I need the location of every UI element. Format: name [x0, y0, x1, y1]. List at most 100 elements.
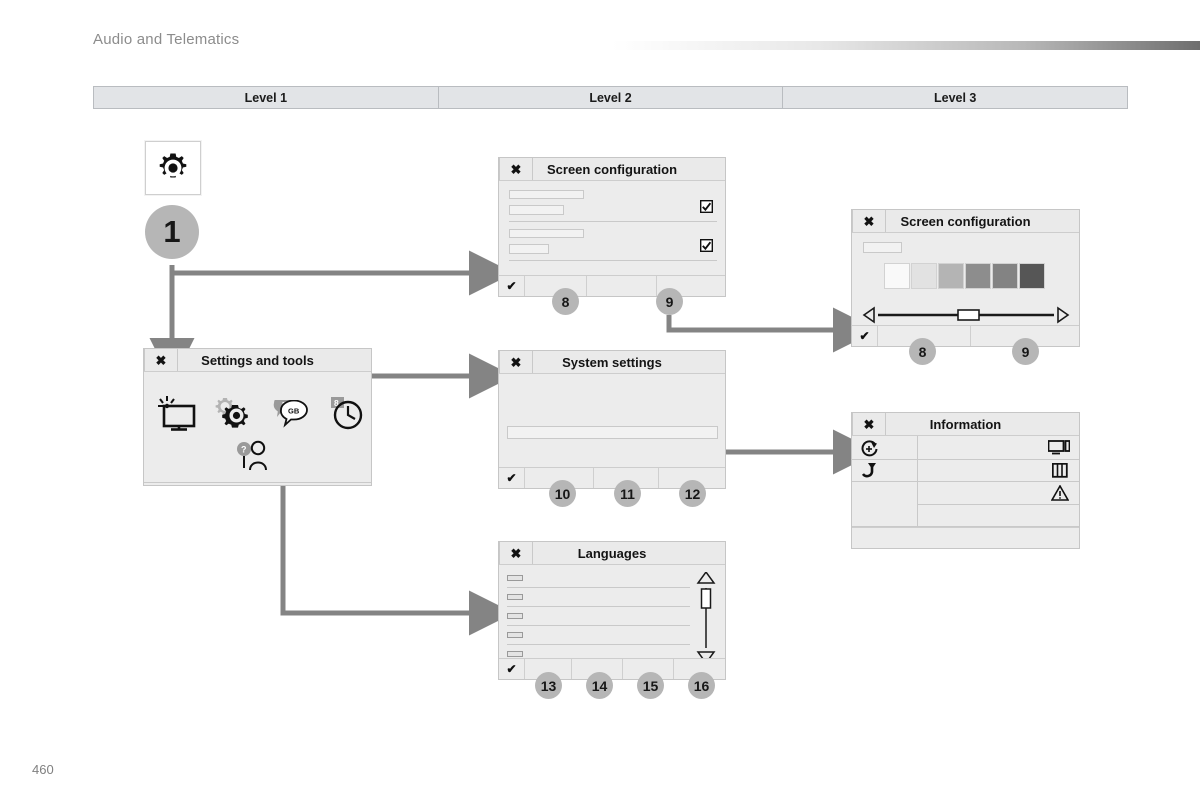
display-icon[interactable] — [1048, 440, 1070, 455]
card-columns-icon[interactable] — [1052, 463, 1068, 478]
row-divider — [507, 625, 690, 626]
panel-title: System settings — [562, 354, 662, 370]
swatch-6[interactable] — [1019, 263, 1045, 289]
svg-text:GB: GB — [288, 407, 300, 416]
close-button[interactable]: ✖ — [852, 413, 886, 435]
close-button[interactable]: ✖ — [499, 542, 533, 564]
panel-titlebar: ✖ Information — [852, 413, 1079, 436]
step-badge-9: 9 — [656, 288, 683, 315]
swatch-2[interactable] — [911, 263, 937, 289]
level-column-3: Level 3 — [933, 90, 977, 105]
panel-body: F GB 8 ? — [144, 372, 371, 485]
close-icon: ✖ — [510, 354, 522, 370]
placeholder-bar — [863, 242, 902, 253]
list-item-marker[interactable] — [507, 632, 523, 638]
row-divider — [144, 482, 371, 483]
list-item-marker[interactable] — [507, 594, 523, 600]
header-gradient-bar — [612, 41, 1200, 50]
check-icon: ✔ — [859, 329, 870, 343]
step-badge-16: 16 — [688, 672, 715, 699]
close-icon: ✖ — [863, 416, 875, 432]
step-badge-1: 1 — [145, 205, 199, 259]
step-badge-8b: 8 — [909, 338, 936, 365]
panel-footer: ✔ — [852, 325, 1079, 346]
level-column-2: Level 2 — [439, 87, 784, 108]
row-divider — [509, 221, 717, 222]
help-person-icon[interactable]: ? — [236, 440, 272, 472]
system-settings-gear-icon[interactable] — [214, 397, 252, 429]
panel-titlebar: ✖ Screen configuration — [852, 210, 1079, 233]
checkbox-checked-icon[interactable] — [700, 200, 713, 213]
panel-body — [852, 436, 1079, 527]
clock-icon[interactable]: 8 — [330, 397, 364, 431]
panel-settings-and-tools[interactable]: ✖ Settings and tools GB 8 ? — [143, 348, 372, 486]
placeholder-bar — [509, 229, 584, 238]
chapter-title: Audio and Telematics — [93, 31, 240, 48]
slider-thumb — [957, 309, 980, 321]
panel-footer — [852, 527, 1079, 548]
panel-title: Languages — [577, 545, 647, 561]
swatch-5[interactable] — [992, 263, 1018, 289]
row-divider — [852, 481, 917, 482]
list-item-marker[interactable] — [507, 613, 523, 619]
warning-triangle-icon[interactable] — [1051, 485, 1069, 501]
panel-body — [499, 181, 725, 275]
confirm-button[interactable]: ✔ — [499, 659, 525, 679]
confirm-button[interactable]: ✔ — [852, 326, 878, 346]
gear-icon — [159, 153, 187, 178]
step-badge-13: 13 — [535, 672, 562, 699]
row-divider — [507, 606, 690, 607]
swatch-3[interactable] — [938, 263, 964, 289]
panel-screen-configuration-1[interactable]: ✖ Screen configuration ✔ — [498, 157, 726, 297]
swatch-4[interactable] — [965, 263, 991, 289]
brightness-swatch-row[interactable] — [884, 263, 1070, 290]
page-number: 460 — [32, 762, 54, 777]
panel-system-settings[interactable]: ✖ System settings ✔ — [498, 350, 726, 489]
triangle-down-icon — [696, 651, 716, 658]
footer-slot[interactable] — [587, 276, 657, 296]
step-badge-10: 10 — [549, 480, 576, 507]
close-button[interactable]: ✖ — [499, 351, 533, 373]
panel-screen-configuration-2[interactable]: ✖ Screen configuration ✔ — [851, 209, 1080, 347]
row-divider — [509, 260, 717, 261]
triangle-right-icon — [1057, 306, 1070, 324]
close-button[interactable]: ✖ — [499, 158, 533, 180]
arrow-turn-icon[interactable] — [860, 463, 879, 480]
step-badge-12: 12 — [679, 480, 706, 507]
swatch-1[interactable] — [884, 263, 910, 289]
level-header-bar: Level 1 Level 2 Level 3 — [93, 86, 1128, 109]
check-icon: ✔ — [506, 471, 517, 485]
update-refresh-icon[interactable] — [860, 440, 880, 457]
row-divider — [507, 587, 690, 588]
close-button[interactable]: ✖ — [144, 349, 178, 371]
confirm-button[interactable]: ✔ — [499, 468, 525, 488]
step-badge-9b: 9 — [1012, 338, 1039, 365]
confirm-button[interactable]: ✔ — [499, 276, 525, 296]
panel-title: Screen configuration — [546, 161, 678, 177]
close-icon: ✖ — [510, 161, 522, 177]
row-divider — [852, 459, 1079, 460]
panel-languages[interactable]: ✖ Languages ✔ — [498, 541, 726, 680]
placeholder-bar — [509, 190, 584, 199]
languages-speech-bubble-icon[interactable]: F GB — [270, 400, 310, 434]
close-button[interactable]: ✖ — [852, 210, 886, 232]
row-divider — [917, 504, 1079, 505]
display-brightness-icon[interactable] — [156, 394, 198, 432]
level-column-1: Level 1 — [94, 87, 439, 108]
panel-body — [852, 233, 1079, 325]
panel-information[interactable]: ✖ Information — [851, 412, 1080, 549]
check-icon: ✔ — [506, 662, 517, 676]
list-scrollbar[interactable] — [695, 572, 717, 658]
step-badge-14: 14 — [586, 672, 613, 699]
brightness-slider[interactable] — [862, 305, 1070, 325]
checkbox-checked-icon[interactable] — [700, 239, 713, 252]
panel-titlebar: ✖ Screen configuration — [499, 158, 725, 181]
list-item-marker[interactable] — [507, 575, 523, 581]
panel-titlebar: ✖ Settings and tools — [144, 349, 371, 372]
panel-footer: ✔ — [499, 275, 725, 296]
list-item-marker[interactable] — [507, 651, 523, 657]
step-badge-11: 11 — [614, 480, 641, 507]
close-icon: ✖ — [155, 352, 167, 368]
scrollbar-thumb — [700, 588, 712, 609]
root-settings-icon-button[interactable] — [145, 141, 201, 195]
